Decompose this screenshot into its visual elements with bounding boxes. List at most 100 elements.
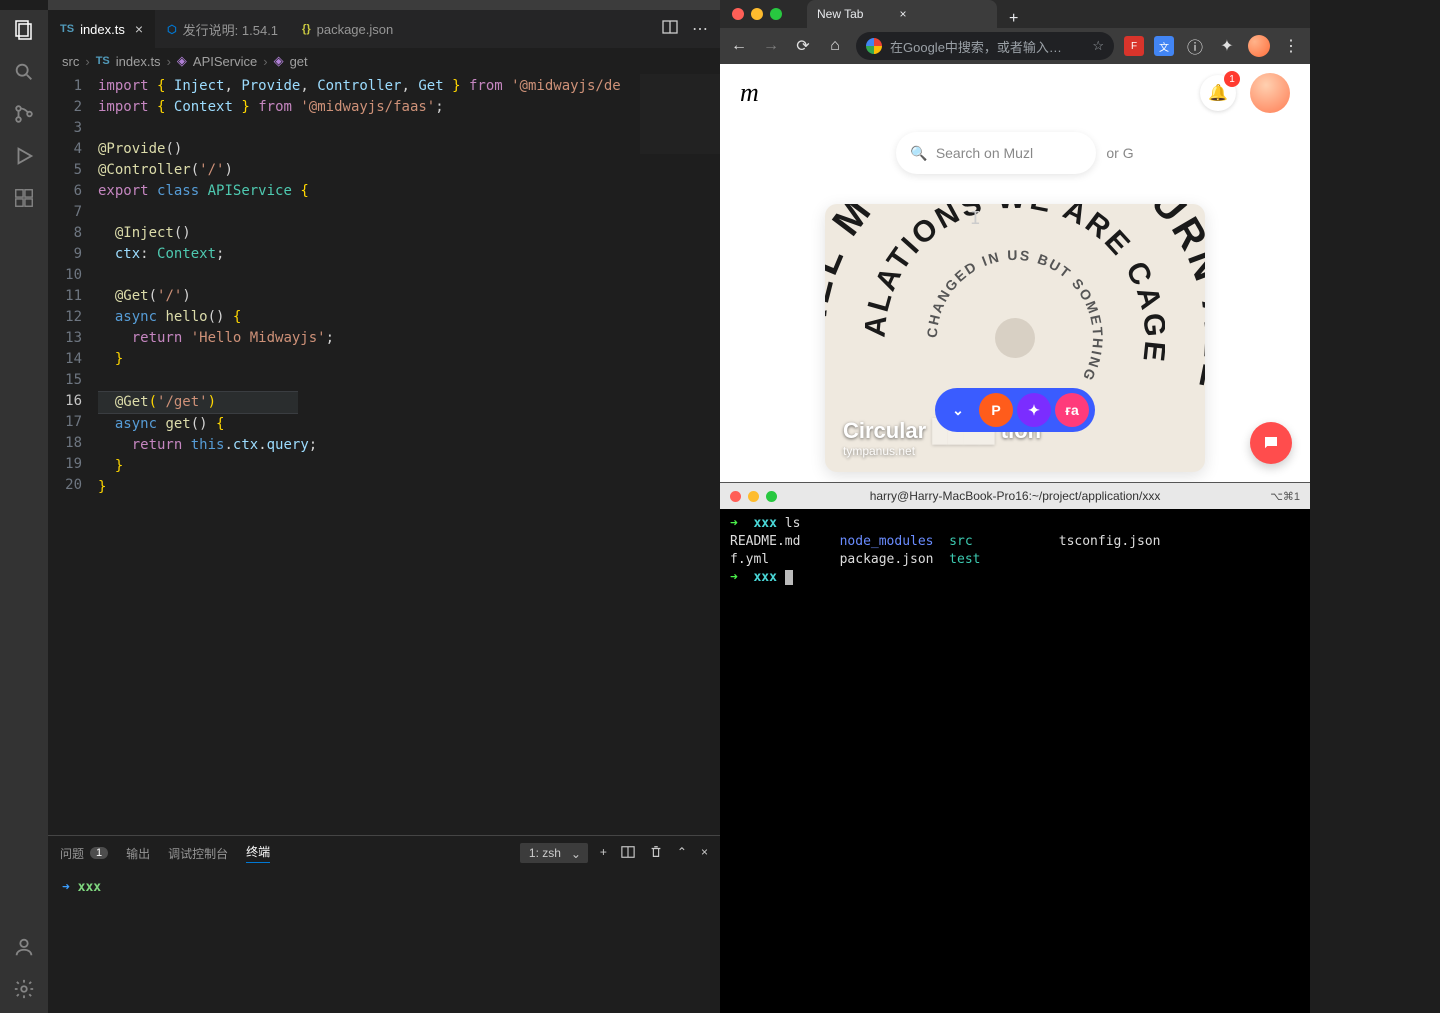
panel-tab-output[interactable]: 输出 <box>126 845 150 862</box>
forward-icon[interactable]: → <box>760 35 782 57</box>
editor[interactable]: 1234567891011121314151617181920 import {… <box>48 74 720 835</box>
chrome-window: New Tab × + ← → ⟳ ⌂ 在Google中搜索，或者输入… ☆ F… <box>720 0 1310 482</box>
trash-icon[interactable] <box>649 845 663 862</box>
window-minimize-icon[interactable] <box>748 491 759 502</box>
user-avatar[interactable] <box>1250 73 1290 113</box>
action-pill: ⌄ P ✦ ға <box>935 388 1095 432</box>
notifications-button[interactable]: 🔔 1 <box>1200 75 1236 111</box>
minimap[interactable] <box>640 74 720 274</box>
ts-file-icon: TS <box>96 55 110 67</box>
star-icon[interactable]: ☆ <box>1092 38 1104 54</box>
profile-avatar[interactable] <box>1248 35 1270 57</box>
svg-text:CHANGED IN US BUT SOMETHING: CHANGED IN US BUT SOMETHING <box>924 247 1106 385</box>
ibeam-cursor-icon: I <box>970 210 981 228</box>
terminal-selector[interactable]: 1: zsh⌄ <box>520 843 588 863</box>
home-icon[interactable]: ⌂ <box>824 35 846 57</box>
search-placeholder: Search on Muzl <box>936 145 1033 161</box>
editor-tabs: TS index.ts × ⬡ 发行说明: 1.54.1 {} package.… <box>48 10 720 48</box>
vscode-icon: ⬡ <box>167 23 177 36</box>
chat-fab[interactable] <box>1250 422 1292 464</box>
browser-tab[interactable]: New Tab × <box>807 0 997 28</box>
window-maximize-icon[interactable] <box>766 491 777 502</box>
close-panel-icon[interactable]: × <box>701 845 708 862</box>
new-terminal-icon[interactable]: + <box>600 845 607 862</box>
info-icon[interactable]: ⓘ <box>1184 35 1206 57</box>
vscode-window: TS index.ts × ⬡ 发行说明: 1.54.1 {} package.… <box>0 0 720 1013</box>
terminal-output[interactable]: ➜ xxx ls README.md node_modules src tsco… <box>720 509 1310 1013</box>
terminal-titlebar: harry@Harry-MacBook-Pro16:~/project/appl… <box>720 483 1310 509</box>
breadcrumb-item[interactable]: get <box>290 54 308 69</box>
chevron-up-icon[interactable]: ⌃ <box>677 845 687 862</box>
code-area[interactable]: import { Inject, Provide, Controller, Ge… <box>98 74 720 835</box>
close-icon[interactable]: × <box>135 21 143 37</box>
window-maximize-icon[interactable] <box>770 8 782 20</box>
extension-icon[interactable]: F <box>1124 36 1144 56</box>
problems-badge: 1 <box>90 847 108 859</box>
chevron-down-icon: ⌄ <box>571 847 581 861</box>
tab-label: package.json <box>317 22 394 37</box>
chevron-down-icon[interactable]: ⌄ <box>941 393 975 427</box>
pill-g-button[interactable]: ға <box>1055 393 1089 427</box>
browser-toolbar: ← → ⟳ ⌂ 在Google中搜索，或者输入… ☆ F 文 ⓘ ✦ ⋮ <box>720 28 1310 64</box>
card-subtitle: tympanus.net <box>843 444 1041 458</box>
translate-icon[interactable]: 文 <box>1154 36 1174 56</box>
extensions-icon[interactable] <box>12 186 36 210</box>
pill-s-button[interactable]: ✦ <box>1017 393 1051 427</box>
tab-index-ts[interactable]: TS index.ts × <box>48 10 155 48</box>
bottom-panel: 问题1 输出 调试控制台 终端 1: zsh⌄ + ⌃ × ➜ xxx <box>48 835 720 1013</box>
source-control-icon[interactable] <box>12 102 36 126</box>
search-icon: 🔍 <box>910 145 927 162</box>
extensions-puzzle-icon[interactable]: ✦ <box>1216 35 1238 57</box>
tab-label: index.ts <box>80 22 125 37</box>
muzli-logo[interactable]: m <box>740 78 759 108</box>
search-icon[interactable] <box>12 60 36 84</box>
class-icon: ◈ <box>177 53 187 69</box>
muzli-search[interactable]: 🔍 Search on Muzl <box>896 132 1096 174</box>
page-content: m 🔔 1 🔍 Search on Muzl or G <box>720 64 1310 482</box>
bell-icon: 🔔 <box>1208 83 1228 103</box>
tab-label: 发行说明: 1.54.1 <box>183 20 278 39</box>
split-terminal-icon[interactable] <box>621 845 635 862</box>
google-icon <box>866 38 882 54</box>
explorer-icon[interactable] <box>12 18 36 42</box>
breadcrumb-item[interactable]: index.ts <box>116 54 161 69</box>
close-icon[interactable]: × <box>899 7 906 21</box>
menu-icon[interactable]: ⋮ <box>1280 35 1302 57</box>
title-bar <box>48 0 720 10</box>
iterm-window: harry@Harry-MacBook-Pro16:~/project/appl… <box>720 482 1310 1013</box>
method-icon: ◈ <box>274 53 284 69</box>
activity-bar <box>0 10 48 1013</box>
omnibox-placeholder: 在Google中搜索，或者输入… <box>890 37 1062 56</box>
featured-card[interactable]: ALL MY THE LIES BURN ALL ALATIONS WE ARE… <box>825 204 1205 472</box>
settings-gear-icon[interactable] <box>12 977 36 1001</box>
more-icon[interactable]: ⋯ <box>692 19 708 40</box>
panel-tab-terminal[interactable]: 终端 <box>246 843 270 863</box>
right-column: New Tab × + ← → ⟳ ⌂ 在Google中搜索，或者输入… ☆ F… <box>720 0 1310 1013</box>
breadcrumb-item[interactable]: APIService <box>193 54 257 69</box>
address-bar[interactable]: 在Google中搜索，或者输入… ☆ <box>856 32 1114 60</box>
breadcrumb-item[interactable]: src <box>62 54 79 69</box>
line-gutter: 1234567891011121314151617181920 <box>48 74 98 835</box>
pill-p-button[interactable]: P <box>979 393 1013 427</box>
account-icon[interactable] <box>12 935 36 959</box>
breadcrumbs[interactable]: src› TS index.ts› ◈ APIService› ◈ get <box>48 48 720 74</box>
panel-tab-debug-console[interactable]: 调试控制台 <box>168 845 228 862</box>
window-minimize-icon[interactable] <box>751 8 763 20</box>
tab-label: New Tab <box>817 7 863 21</box>
panel-tab-problems[interactable]: 问题1 <box>60 845 108 862</box>
split-editor-icon[interactable] <box>662 19 678 40</box>
terminal-shortcut: ⌥⌘1 <box>1270 490 1300 503</box>
tab-package-json[interactable]: {} package.json <box>290 10 405 48</box>
notification-badge: 1 <box>1224 71 1240 87</box>
reload-icon[interactable]: ⟳ <box>792 35 814 57</box>
tab-release-notes[interactable]: ⬡ 发行说明: 1.54.1 <box>155 10 290 48</box>
new-tab-button[interactable]: + <box>1009 10 1018 28</box>
terminal-cursor <box>785 570 793 585</box>
run-debug-icon[interactable] <box>12 144 36 168</box>
window-close-icon[interactable] <box>732 8 744 20</box>
window-close-icon[interactable] <box>730 491 741 502</box>
back-icon[interactable]: ← <box>728 35 750 57</box>
terminal-title: harry@Harry-MacBook-Pro16:~/project/appl… <box>870 489 1161 503</box>
ts-file-icon: TS <box>60 23 74 35</box>
terminal-body[interactable]: ➜ xxx <box>48 870 720 1013</box>
